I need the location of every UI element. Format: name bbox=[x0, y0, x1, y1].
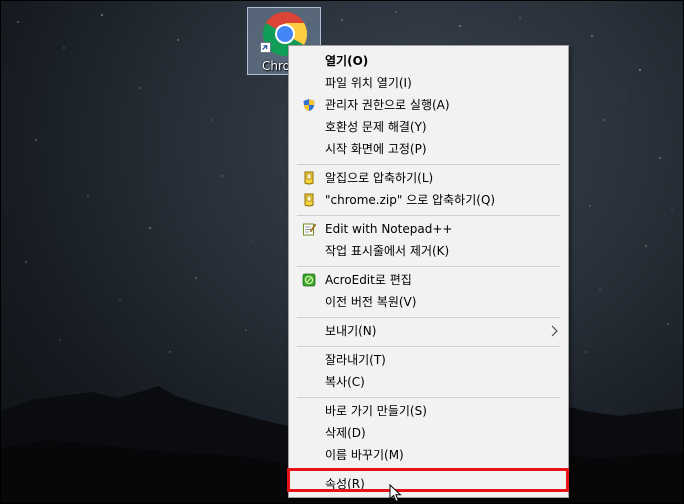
menu-item-troubleshoot-compatibility[interactable]: 호환성 문제 해결(Y) bbox=[291, 116, 566, 138]
menu-item-send-to[interactable]: 보내기(N) bbox=[291, 320, 566, 342]
menu-item-open[interactable]: 열기(O) bbox=[291, 50, 566, 72]
menu-item-compress-alzip[interactable]: 알집으로 압축하기(L) bbox=[291, 167, 566, 189]
notepad-icon bbox=[303, 223, 316, 236]
highlight-annotation bbox=[287, 468, 569, 492]
menu-item-label: 삭제(D) bbox=[325, 426, 366, 440]
menu-item-cut[interactable]: 잘라내기(T) bbox=[291, 349, 566, 371]
menu-separator bbox=[297, 397, 560, 398]
menu-item-label: 이름 바꾸기(M) bbox=[325, 448, 404, 462]
alzip-icon bbox=[304, 193, 314, 207]
menu-separator bbox=[297, 266, 560, 267]
menu-item-delete[interactable]: 삭제(D) bbox=[291, 422, 566, 444]
menu-item-label: 잘라내기(T) bbox=[325, 353, 386, 367]
menu-item-edit-with-acroedit[interactable]: AcroEdit로 편집 bbox=[291, 269, 566, 291]
menu-item-label: 이전 버전 복원(V) bbox=[325, 295, 417, 309]
mouse-cursor-icon bbox=[389, 484, 402, 503]
menu-item-label: 복사(C) bbox=[325, 375, 365, 389]
menu-item-compress-chrome-zip[interactable]: "chrome.zip" 으로 압축하기(Q) bbox=[291, 189, 566, 211]
menu-separator bbox=[297, 215, 560, 216]
desktop-icon-label: Chro bbox=[262, 59, 290, 73]
menu-item-label: 시작 화면에 고정(P) bbox=[325, 142, 427, 156]
acroedit-icon bbox=[302, 273, 316, 287]
menu-item-label: 파일 위치 열기(I) bbox=[325, 76, 412, 90]
context-menu: 열기(O) 파일 위치 열기(I) 관리자 권한으로 실행(A) 호환성 문제 … bbox=[288, 45, 569, 498]
menu-item-create-shortcut[interactable]: 바로 가기 만들기(S) bbox=[291, 400, 566, 422]
desktop-background: Chro 열기(O) 파일 위치 열기(I) 관리자 권한으로 실행(A) 호환… bbox=[0, 0, 684, 504]
menu-item-run-as-admin[interactable]: 관리자 권한으로 실행(A) bbox=[291, 94, 566, 116]
menu-item-rename[interactable]: 이름 바꾸기(M) bbox=[291, 444, 566, 466]
menu-item-label: 알집으로 압축하기(L) bbox=[325, 171, 434, 185]
menu-item-open-file-location[interactable]: 파일 위치 열기(I) bbox=[291, 72, 566, 94]
menu-item-label: 관리자 권한으로 실행(A) bbox=[325, 98, 450, 112]
menu-item-pin-to-start[interactable]: 시작 화면에 고정(P) bbox=[291, 138, 566, 160]
chevron-right-icon bbox=[551, 325, 558, 337]
menu-separator bbox=[297, 164, 560, 165]
menu-item-label: Edit with Notepad++ bbox=[325, 222, 453, 236]
menu-separator bbox=[297, 346, 560, 347]
menu-item-label: 작업 표시줄에서 제거(K) bbox=[325, 244, 450, 258]
menu-item-unpin-from-taskbar[interactable]: 작업 표시줄에서 제거(K) bbox=[291, 240, 566, 262]
menu-item-label: 호환성 문제 해결(Y) bbox=[325, 120, 427, 134]
menu-separator bbox=[297, 317, 560, 318]
menu-item-edit-with-notepad[interactable]: Edit with Notepad++ bbox=[291, 218, 566, 240]
alzip-icon bbox=[304, 171, 314, 185]
shortcut-arrow-icon bbox=[260, 42, 271, 53]
menu-item-copy[interactable]: 복사(C) bbox=[291, 371, 566, 393]
menu-item-label: "chrome.zip" 으로 압축하기(Q) bbox=[325, 193, 496, 207]
menu-item-label: 열기(O) bbox=[325, 54, 369, 68]
menu-item-label: AcroEdit로 편집 bbox=[325, 273, 412, 287]
shield-icon bbox=[303, 99, 315, 111]
menu-item-restore-previous-versions[interactable]: 이전 버전 복원(V) bbox=[291, 291, 566, 313]
menu-item-label: 보내기(N) bbox=[325, 324, 377, 338]
menu-item-label: 바로 가기 만들기(S) bbox=[325, 404, 427, 418]
